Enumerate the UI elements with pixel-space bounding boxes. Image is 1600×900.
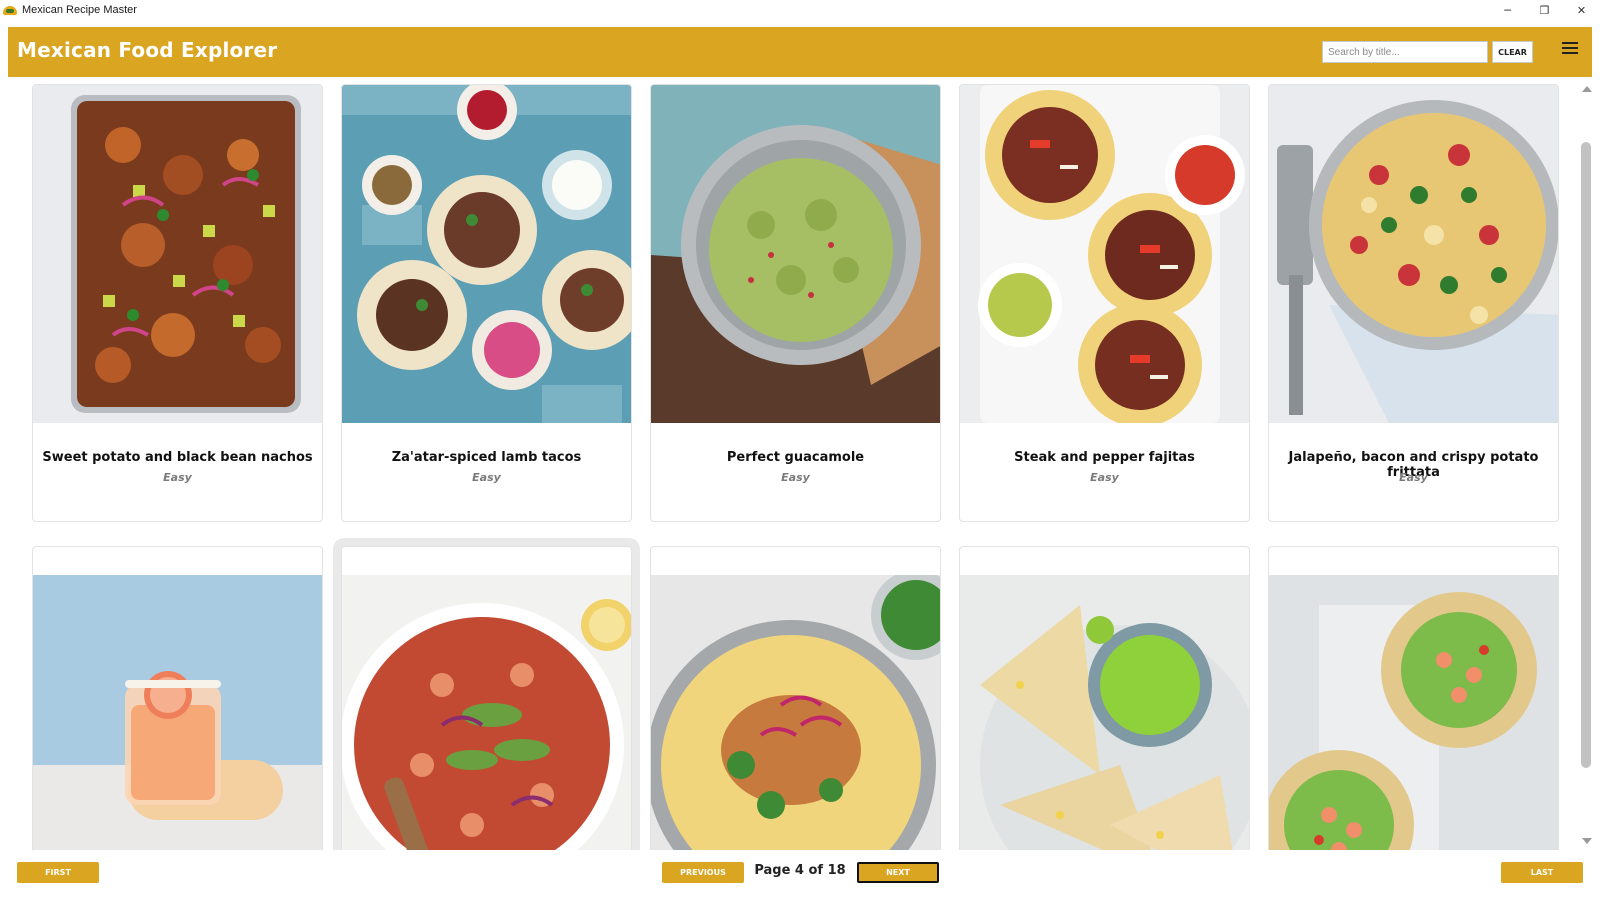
last-page-button[interactable]: LAST [1501,862,1583,883]
next-page-button[interactable]: NEXT [857,862,939,883]
recipe-card[interactable]: Steak and pepper fajitas Easy [959,84,1250,522]
hamburger-menu-icon[interactable] [1562,42,1578,54]
nachos-photo [33,85,322,423]
scroll-down-arrow-icon[interactable] [1582,838,1592,844]
fajitas-photo [960,85,1249,423]
recipe-difficulty: Easy [472,471,501,484]
minimize-button[interactable]: ─ [1489,0,1526,20]
recipe-card[interactable] [341,546,632,850]
recipe-card[interactable]: Jalapeño, bacon and crispy potato fritta… [1268,84,1559,522]
recipe-title: Sweet potato and black bean nachos [42,450,313,465]
fish-taco-photo [651,575,940,850]
recipe-card[interactable]: Za'atar-spiced lamb tacos Easy [341,84,632,522]
guacamole-photo [651,85,940,423]
previous-page-button[interactable]: PREVIOUS [662,862,744,883]
window-titlebar: Mexican Recipe Master ─ ❐ ✕ [0,0,1600,20]
window-title: Mexican Recipe Master [22,4,137,16]
restore-button[interactable]: ❐ [1526,0,1563,20]
mexican-rice-photo [342,575,631,850]
app-header: Mexican Food Explorer CLEAR [8,27,1592,77]
recipe-difficulty: Easy [781,471,810,484]
recipe-card[interactable]: Perfect guacamole Easy [650,84,941,522]
quesadillas-photo [960,575,1249,850]
recipe-difficulty: Easy [163,471,192,484]
first-page-button[interactable]: FIRST [17,862,99,883]
frittata-photo [1269,85,1558,423]
search-input[interactable] [1322,41,1488,63]
grapefruit-cocktail-photo [33,575,322,850]
page-indicator: Page 4 of 18 [754,863,846,878]
recipe-grid: Sweet potato and black bean nachos Easy … [0,80,1560,850]
taco-app-icon [3,4,17,16]
recipe-title: Steak and pepper fajitas [1014,450,1195,465]
recipe-card[interactable]: Sweet potato and black bean nachos Easy [32,84,323,522]
window-controls: ─ ❐ ✕ [1489,0,1600,20]
taco-salad-bowls-photo [1269,575,1558,850]
recipe-title: Za'atar-spiced lamb tacos [391,450,582,465]
recipe-card[interactable] [32,546,323,850]
recipe-card[interactable] [959,546,1250,850]
vertical-scrollbar[interactable] [1578,80,1594,850]
close-button[interactable]: ✕ [1563,0,1600,20]
clear-button[interactable]: CLEAR [1492,41,1533,63]
page-title: Mexican Food Explorer [17,38,278,62]
recipe-card[interactable] [650,546,941,850]
lamb-tacos-photo [342,85,631,423]
recipe-difficulty: Easy [1399,471,1428,484]
recipe-difficulty: Easy [1090,471,1119,484]
recipe-title: Perfect guacamole [726,450,865,465]
recipe-card[interactable] [1268,546,1559,850]
scroll-thumb[interactable] [1581,142,1591,768]
scroll-up-arrow-icon[interactable] [1582,86,1592,92]
